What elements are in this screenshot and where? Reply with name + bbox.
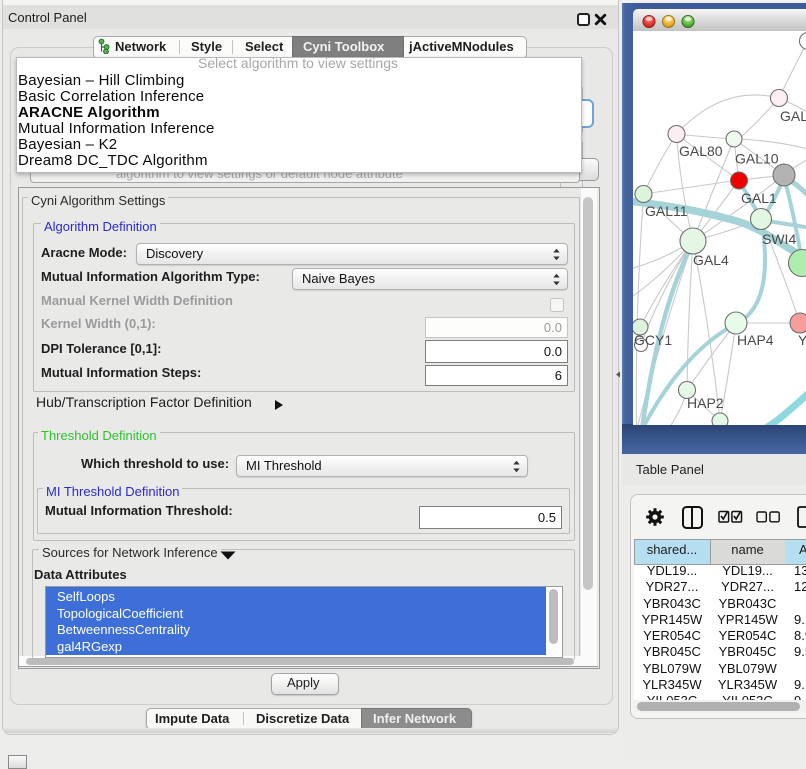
- svg-text:Y: Y: [798, 332, 806, 348]
- svg-text:GAL80: GAL80: [679, 143, 723, 159]
- svg-text:HAP4: HAP4: [737, 332, 774, 348]
- svg-text:GAL11: GAL11: [645, 203, 688, 219]
- svg-text:GAL1: GAL1: [741, 190, 777, 206]
- svg-text:GAL4: GAL4: [693, 252, 729, 268]
- svg-text:GAL10: GAL10: [735, 151, 779, 167]
- svg-text:HAP2: HAP2: [687, 395, 724, 411]
- svg-text:SWI4: SWI4: [762, 231, 796, 247]
- svg-text:GCY1: GCY1: [634, 332, 672, 348]
- svg-text:GAL: GAL: [780, 108, 806, 124]
